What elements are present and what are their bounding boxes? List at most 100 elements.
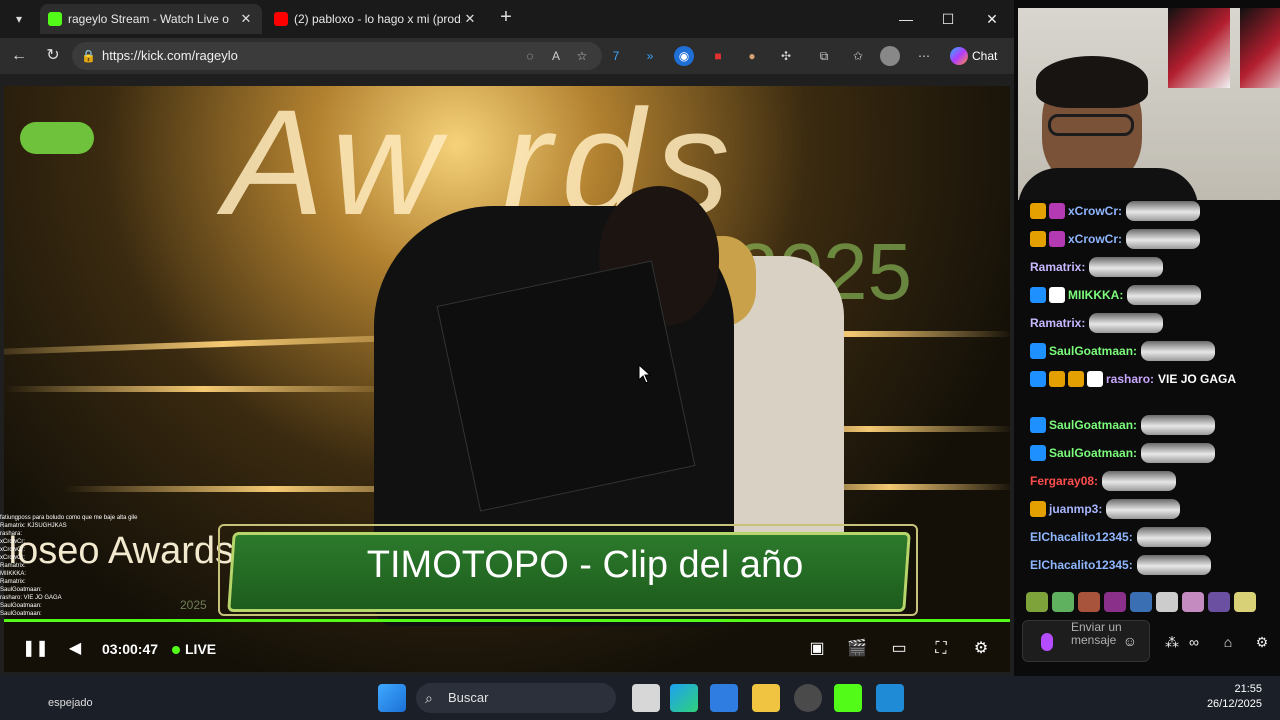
emote-icon[interactable] <box>1234 592 1256 612</box>
chat-username[interactable]: SaulGoatmaan: <box>1049 446 1137 460</box>
site-info-icon[interactable]: 🔒 <box>81 42 96 70</box>
extension-waves-icon[interactable]: » <box>640 46 660 66</box>
emote-icon[interactable] <box>1078 592 1100 612</box>
tracking-prevention-icon[interactable]: ◌ <box>520 46 540 66</box>
close-tab-icon[interactable]: ✕ <box>462 11 478 27</box>
mini-chat-line: rasharo: VIE JO GAGA <box>0 595 62 601</box>
read-aloud-icon[interactable]: A <box>546 46 566 66</box>
chat-settings-icon[interactable]: ⚙ <box>1252 632 1272 652</box>
new-tab-button[interactable]: + <box>494 6 518 30</box>
more-menu-icon[interactable]: ⋯ <box>914 46 934 66</box>
settings-gear-icon[interactable]: ⚙ <box>970 638 992 660</box>
extension-shield-icon[interactable]: ◉ <box>674 46 694 66</box>
user-badge-icon <box>1087 371 1103 387</box>
kick-app-icon[interactable] <box>834 684 862 712</box>
file-explorer-icon[interactable] <box>752 684 780 712</box>
maximize-button[interactable]: ☐ <box>928 6 968 32</box>
theater-mode-icon[interactable]: ▭ <box>888 638 910 660</box>
microphone-icon[interactable] <box>1041 633 1053 651</box>
chat-message: xCrowCr: <box>1030 200 1201 222</box>
clock-time: 21:55 <box>1234 683 1262 695</box>
chat-emote-icon <box>1089 313 1164 333</box>
chat-message-text: VIE JO GAGA <box>1158 372 1237 386</box>
mini-chat-line: SaulGoatmaan: <box>0 603 42 609</box>
obs-icon[interactable] <box>794 684 822 712</box>
taskbar-search[interactable]: ⌕ Buscar <box>416 683 616 713</box>
refresh-button[interactable]: ↻ <box>42 45 64 67</box>
chat-username[interactable]: xCrowCr: <box>1068 232 1122 246</box>
user-badge-icon <box>1030 343 1046 359</box>
extension-red-icon[interactable]: ■ <box>708 46 728 66</box>
chat-username[interactable]: MIIKKKA: <box>1068 288 1123 302</box>
chat-username[interactable]: xCrowCr: <box>1068 204 1122 218</box>
favorite-star-icon[interactable]: ☆ <box>572 46 592 66</box>
system-clock[interactable]: 21:55 26/12/2025 <box>1207 682 1262 712</box>
user-badge-icon <box>1068 371 1084 387</box>
chat-username[interactable]: ElChacalito12345: <box>1030 558 1133 572</box>
back-button[interactable]: ← <box>8 45 30 67</box>
extension-7tv-icon[interactable]: 7 <box>606 46 626 66</box>
youtube-favicon-icon <box>274 12 288 26</box>
chat-username[interactable]: Ramatrix: <box>1030 260 1085 274</box>
emote-icon[interactable] <box>1130 592 1152 612</box>
fullscreen-icon[interactable]: ⛶ <box>930 638 952 660</box>
tab-kick-stream[interactable]: rageylo Stream - Watch Live o ✕ <box>40 4 262 34</box>
streamer-shirt <box>1018 168 1198 201</box>
chat-users-icon[interactable]: ⁂ <box>1162 632 1182 652</box>
copilot-icon <box>950 47 968 65</box>
store-icon[interactable] <box>710 684 738 712</box>
close-tab-icon[interactable]: ✕ <box>238 11 254 27</box>
tab-actions-icon[interactable]: ▾ <box>8 8 30 30</box>
edge-browser-icon[interactable] <box>670 684 698 712</box>
chat-message: MIIKKKA: <box>1030 284 1202 306</box>
chat-emote-icon <box>1141 443 1216 463</box>
url-text: https://kick.com/rageylo <box>102 48 238 63</box>
chat-message: Ramatrix: <box>1030 312 1164 334</box>
chat-username[interactable]: ElChacalito12345: <box>1030 530 1133 544</box>
mini-chat-line: xCrowCr: <box>0 555 25 561</box>
favorites-icon[interactable]: ✩ <box>848 46 868 66</box>
copilot-chat-button[interactable]: Chat <box>944 43 1006 69</box>
chat-username[interactable]: rasharo: <box>1106 372 1154 386</box>
chat-username[interactable]: juanmp3: <box>1049 502 1102 516</box>
emote-icon[interactable] <box>1208 592 1230 612</box>
wall-poster <box>1240 8 1280 88</box>
emoji-icon[interactable]: ☺ <box>1123 633 1137 649</box>
mini-chat-line: Ramatrix: <box>0 563 26 569</box>
user-badge-icon <box>1030 287 1046 303</box>
windows-start-icon[interactable] <box>378 684 406 712</box>
emote-icon[interactable] <box>1052 592 1074 612</box>
picture-in-picture-icon[interactable]: ▣ <box>806 638 828 660</box>
video-player[interactable]: Aw rds 2025 loseo Awards 2025 TIMOTOPO -… <box>4 86 1010 672</box>
wall-poster <box>1168 8 1230 88</box>
emote-icon[interactable] <box>1026 592 1048 612</box>
emote-icon[interactable] <box>1156 592 1178 612</box>
split-screen-icon[interactable]: ⧉ <box>814 46 834 66</box>
chat-infinity-icon[interactable]: ∞ <box>1184 632 1204 652</box>
live-progress-bar[interactable] <box>4 619 1010 622</box>
chat-username[interactable]: SaulGoatmaan: <box>1049 418 1137 432</box>
emote-icon[interactable] <box>1182 592 1204 612</box>
extension-face-icon[interactable]: ● <box>742 46 762 66</box>
profile-avatar-icon[interactable] <box>880 46 900 66</box>
user-badge-icon <box>1049 231 1065 247</box>
close-window-button[interactable]: ✕ <box>972 6 1012 32</box>
chat-message: SaulGoatmaan: <box>1030 442 1216 464</box>
tab-youtube[interactable]: (2) pabloxo - lo hago x mi (prod. A ✕ <box>266 4 486 34</box>
chat-emote-icon <box>1141 415 1216 435</box>
task-view-icon[interactable] <box>632 684 660 712</box>
user-badge-icon <box>1049 287 1065 303</box>
minimize-button[interactable]: — <box>886 6 926 32</box>
chat-input[interactable]: Enviar un mensaje ☺ <box>1022 620 1150 662</box>
chat-username[interactable]: SaulGoatmaan: <box>1049 344 1137 358</box>
chat-username[interactable]: Fergaray08: <box>1030 474 1098 488</box>
chat-username[interactable]: Ramatrix: <box>1030 316 1085 330</box>
extensions-puzzle-icon[interactable]: ✣ <box>776 46 796 66</box>
webcam-overlay <box>1018 8 1280 201</box>
clip-icon[interactable]: 🎬 <box>846 638 868 660</box>
address-bar: ← ↻ 🔒 https://kick.com/rageylo ◌ A ☆ 7 »… <box>0 38 1014 74</box>
emote-icon[interactable] <box>1104 592 1126 612</box>
photos-icon[interactable] <box>876 684 904 712</box>
mini-chat-line: rashara: <box>0 531 23 537</box>
chat-store-icon[interactable]: ⌂ <box>1218 632 1238 652</box>
